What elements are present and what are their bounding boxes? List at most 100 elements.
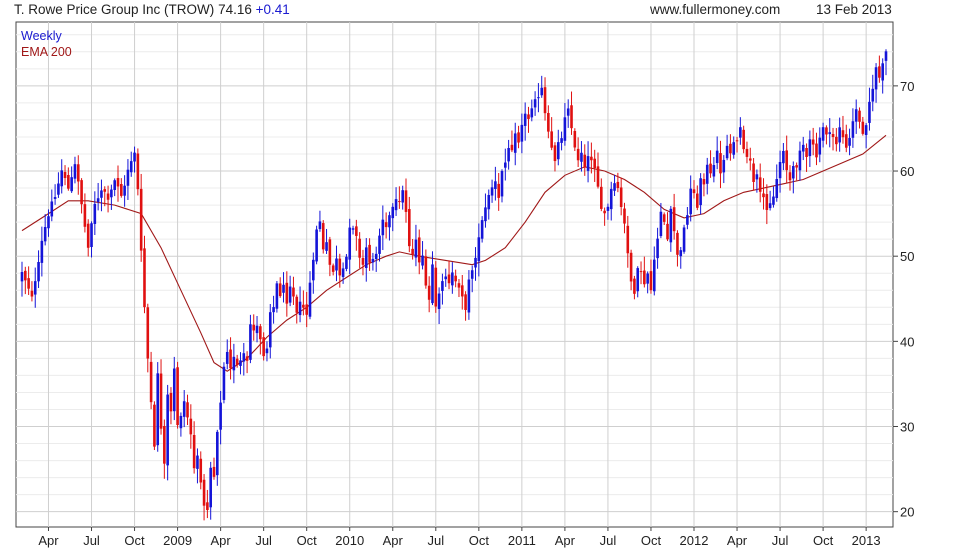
candle-body — [153, 404, 156, 447]
candle-body — [666, 223, 669, 240]
candle-body — [682, 227, 686, 252]
candle-body — [792, 166, 795, 179]
candle-body — [884, 51, 888, 61]
y-tick-label: 70 — [900, 79, 914, 94]
candle-body — [590, 156, 593, 161]
candle-body — [378, 235, 381, 254]
candle-body — [494, 181, 497, 189]
candle-body — [90, 223, 93, 248]
candle-body — [335, 258, 338, 271]
candle-body — [57, 183, 60, 195]
candle-body — [100, 190, 103, 198]
candle-body — [47, 216, 50, 229]
candle-body — [202, 479, 206, 506]
candle-body — [742, 129, 745, 150]
candle-body — [517, 132, 520, 143]
candle-body — [785, 150, 788, 171]
candle-body — [156, 373, 160, 446]
x-tick-label: Oct — [124, 533, 145, 548]
candle-body — [507, 147, 510, 162]
candle-body — [477, 237, 481, 262]
candle-body — [172, 368, 176, 412]
x-tick-label: Jul — [255, 533, 272, 548]
candle-body — [864, 125, 868, 136]
candle-body — [735, 140, 739, 142]
candle-body — [434, 267, 438, 307]
candle-body — [245, 356, 249, 361]
x-tick-label: Oct — [813, 533, 834, 548]
candle-body — [768, 203, 772, 209]
candle-body — [235, 358, 239, 365]
candle-body — [692, 189, 696, 194]
candle-body — [510, 144, 514, 151]
candle-body — [874, 67, 878, 90]
candle-body — [808, 139, 812, 157]
candle-body — [788, 172, 792, 181]
candle-body — [858, 110, 861, 122]
candle-body — [881, 63, 884, 81]
x-tick-label: 2013 — [852, 533, 881, 548]
candle-body — [715, 150, 719, 164]
candle-body — [351, 228, 355, 230]
candle-body — [133, 152, 136, 162]
candle-body — [308, 282, 312, 317]
candle-body — [580, 152, 583, 162]
x-tick-label: 2010 — [335, 533, 364, 548]
x-axis: Apr Jul Oct 2009 Apr Jul Oct 2010 Apr Jul Oct 2011 A… — [38, 527, 881, 548]
candle-body — [417, 237, 421, 263]
candle-body — [712, 165, 716, 177]
candle-body — [460, 285, 464, 297]
candle-body — [427, 285, 431, 300]
candle-body — [844, 134, 848, 148]
candle-body — [778, 161, 782, 179]
candle-body — [262, 337, 265, 357]
candle-body — [868, 101, 871, 123]
candle-body — [408, 209, 411, 247]
candle-body — [547, 112, 550, 132]
candle-body — [583, 154, 587, 168]
candle-body — [272, 307, 275, 313]
candle-body — [192, 435, 196, 469]
candle-body — [596, 166, 600, 187]
candle-body — [520, 124, 524, 142]
x-tick-label: Jul — [600, 533, 617, 548]
candle-body — [603, 210, 606, 214]
candle-body — [593, 158, 596, 169]
plot-frame — [15, 21, 894, 528]
candle-body — [623, 208, 626, 224]
candle-body — [199, 458, 203, 483]
candle-body — [527, 114, 530, 119]
candle-body — [709, 163, 712, 174]
candle-body — [368, 244, 371, 263]
candle-body — [504, 162, 507, 168]
candle-body — [437, 293, 441, 310]
candle-body — [285, 282, 289, 304]
candle-body — [143, 248, 146, 308]
candle-body — [60, 170, 64, 187]
candle-body — [835, 136, 838, 145]
candle-body — [176, 367, 179, 426]
candle-body — [225, 351, 229, 364]
candle-body — [772, 196, 775, 205]
candle-body — [755, 174, 759, 180]
x-tick-label: Jul — [772, 533, 789, 548]
candle-body — [37, 262, 40, 282]
candle-body — [27, 278, 30, 289]
candle-body — [312, 259, 315, 281]
candle-body — [315, 229, 318, 262]
candle-body — [216, 431, 219, 476]
candle-body — [447, 274, 451, 284]
candle-body — [113, 180, 116, 190]
candle-body — [292, 287, 295, 297]
candle-body — [805, 148, 808, 157]
candle-body — [295, 296, 299, 313]
candle-body — [361, 258, 365, 265]
y-tick-label: 60 — [900, 164, 914, 179]
candle-body — [242, 353, 246, 362]
candle-body — [467, 279, 471, 313]
candle-body — [305, 304, 308, 315]
candle-body — [278, 283, 282, 297]
candle-body — [871, 88, 875, 102]
candle-body — [129, 161, 133, 173]
candle-body — [50, 201, 54, 217]
